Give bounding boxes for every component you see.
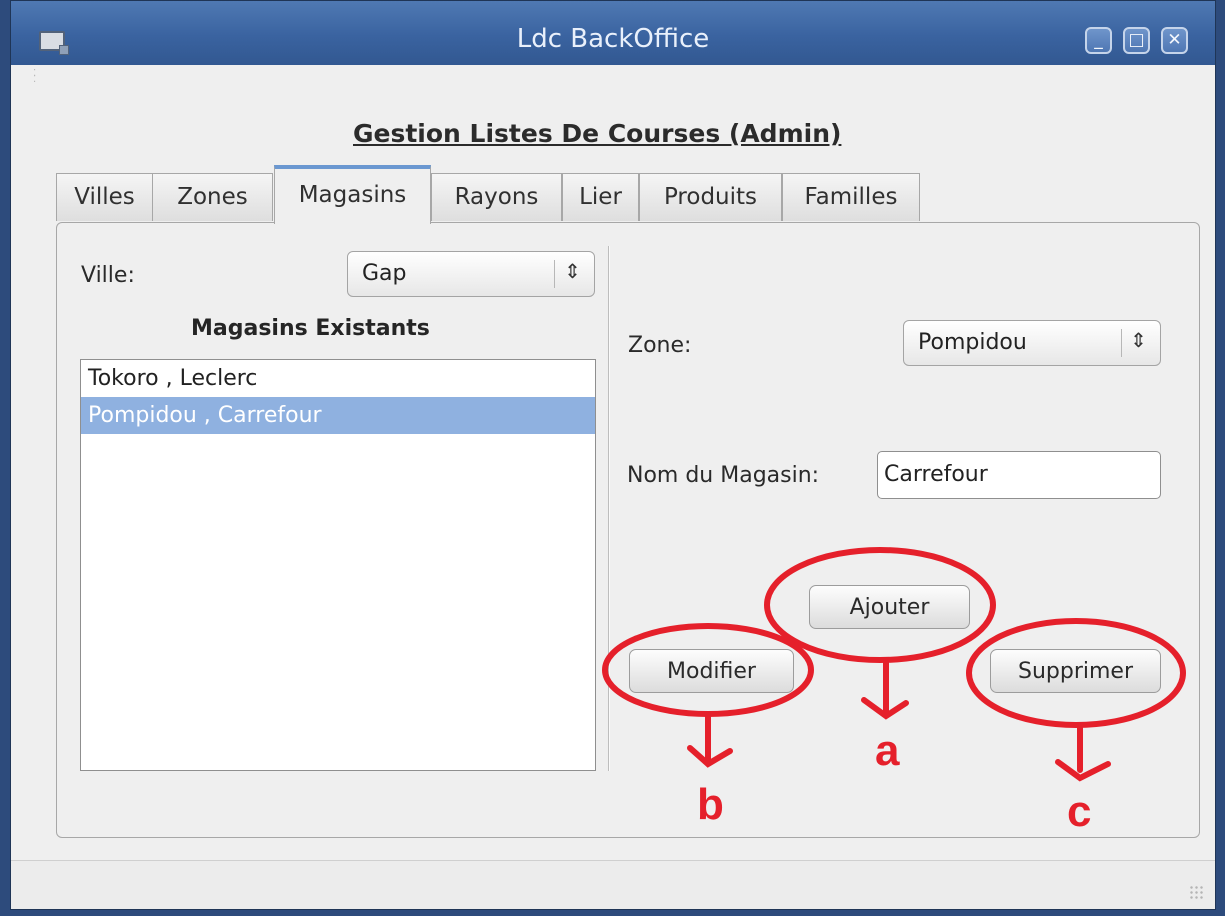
tab-lier[interactable]: Lier — [562, 173, 639, 221]
close-icon: ✕ — [1167, 30, 1182, 50]
resize-grip-icon[interactable] — [1189, 885, 1205, 901]
toolbar-grip-icon[interactable]: ⁚ ⁚ — [33, 69, 37, 85]
ville-combobox[interactable]: Gap ⇕ — [347, 251, 595, 297]
minimize-icon: _ — [1094, 30, 1103, 50]
close-button[interactable]: ✕ — [1161, 27, 1188, 54]
list-item[interactable]: Tokoro , Leclerc — [81, 360, 595, 397]
zone-combobox[interactable]: Pompidou ⇕ — [903, 320, 1161, 366]
annotation-label-b: b — [697, 780, 724, 829]
ville-value: Gap — [362, 261, 407, 286]
title-bar[interactable]: Ldc BackOffice _ □ ✕ — [11, 1, 1215, 65]
maximize-button[interactable]: □ — [1123, 27, 1150, 54]
up-down-arrows-icon: ⇕ — [564, 259, 581, 283]
tab-familles[interactable]: Familles — [782, 173, 920, 221]
zone-value: Pompidou — [918, 330, 1027, 355]
minimize-button[interactable]: _ — [1085, 27, 1112, 54]
annotation-label-c: c — [1067, 787, 1092, 836]
list-item-selected[interactable]: Pompidou , Carrefour — [81, 397, 595, 434]
zone-label: Zone: — [628, 333, 692, 358]
combo-separator — [1121, 329, 1122, 357]
maximize-icon: □ — [1128, 30, 1145, 50]
tab-magasins[interactable]: Magasins — [274, 165, 431, 224]
tab-rayons[interactable]: Rayons — [431, 173, 562, 221]
magasins-existants-heading: Magasins Existants — [191, 316, 430, 341]
tab-zones[interactable]: Zones — [152, 173, 273, 221]
tab-produits[interactable]: Produits — [639, 173, 782, 221]
tab-villes[interactable]: Villes — [56, 173, 153, 221]
app-window: Ldc BackOffice _ □ ✕ ⁚ ⁚ Gestion Listes D… — [10, 0, 1216, 910]
status-bar — [11, 860, 1215, 909]
ajouter-button[interactable]: Ajouter — [809, 585, 970, 629]
supprimer-button[interactable]: Supprimer — [990, 649, 1161, 693]
window-title: Ldc BackOffice — [516, 24, 710, 54]
up-down-arrows-icon: ⇕ — [1130, 328, 1147, 352]
annotation-label-a: a — [875, 726, 900, 775]
panel-divider — [608, 246, 609, 771]
nom-magasin-input[interactable]: Carrefour — [877, 451, 1161, 499]
page-title: Gestion Listes De Courses (Admin) — [353, 119, 842, 148]
combo-separator — [554, 260, 555, 288]
nom-magasin-label: Nom du Magasin: — [627, 463, 820, 488]
modifier-button[interactable]: Modifier — [629, 649, 794, 693]
ville-label: Ville: — [81, 263, 135, 288]
magasins-listbox[interactable]: Tokoro , Leclerc Pompidou , Carrefour — [80, 359, 596, 771]
